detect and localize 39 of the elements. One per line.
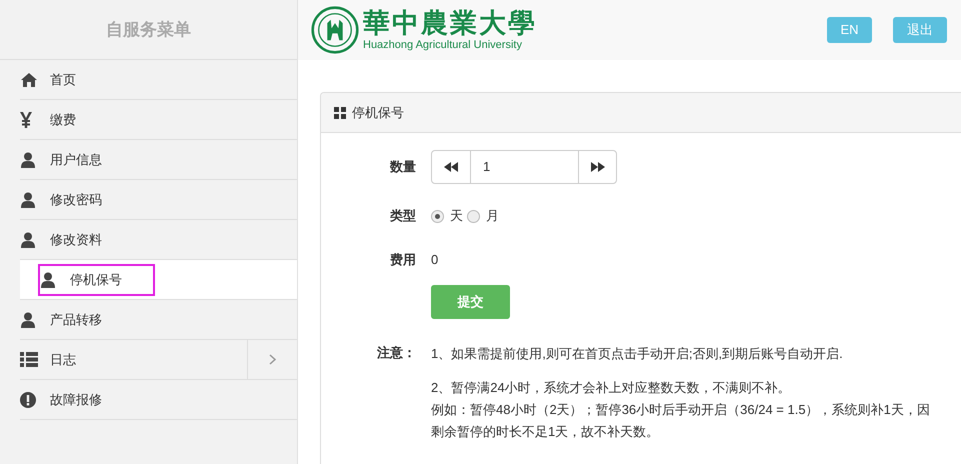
field-label: 类型 [390, 208, 416, 224]
note-text: 2、暂停满24小时，系统才会补上对应整数天数，不满则不补。 [431, 379, 792, 397]
menu-item[interactable]: 故障报修 [20, 384, 137, 416]
logo-subtitle: Huazhong Agricultural University [363, 40, 523, 50]
user-icon [40, 272, 56, 288]
menu-item[interactable]: 修改资料 [20, 224, 137, 256]
note-text: 1、如果需提前使用,则可在首页点击手动开启;否则,到期后账号自动开启. [431, 345, 844, 363]
user-icon [20, 192, 36, 208]
sidebar-title: 自服务菜单 [106, 18, 191, 41]
quantity-field[interactable]: 1 [471, 151, 578, 183]
menu-item[interactable]: 用户信息 [20, 144, 137, 176]
radio-option[interactable]: 天 [431, 206, 463, 226]
fee-value: 0 [431, 251, 438, 270]
number-stepper[interactable]: 1 [431, 150, 617, 184]
chevron-right-icon [269, 354, 276, 365]
home-icon [20, 72, 38, 88]
university-seal-icon [311, 6, 359, 54]
field-label: 数量 [390, 159, 416, 174]
list-icon [20, 352, 38, 367]
user-icon [20, 152, 36, 168]
menu-item[interactable]: 产品转移 [20, 304, 137, 336]
note-text: 例如：暂停48小时（2天）；暂停36小时后手动开启（36/24 = 1.5），系统则补1天，因剩余暂停的时长不足1天，故不补天数。 [431, 401, 931, 441]
menu-item[interactable]: 缴费 [20, 104, 137, 136]
menu-item[interactable]: 停机保号 [38, 264, 155, 296]
menu-item[interactable]: 日志 [20, 344, 137, 376]
logo-title: 華中農業大學 [363, 10, 537, 36]
yen-icon [20, 112, 32, 128]
menu-item[interactable]: 首页 [20, 64, 137, 96]
field-label: 费用 [390, 252, 416, 268]
radio-option[interactable]: 月 [467, 206, 499, 226]
menu-item[interactable]: 修改密码 [20, 184, 137, 216]
double-left-arrow-icon [444, 162, 458, 172]
grid-icon [334, 106, 346, 118]
user-icon [20, 232, 36, 248]
double-right-arrow-icon [590, 162, 604, 172]
alert-icon [20, 392, 36, 408]
note-label: 注意： [377, 345, 416, 360]
panel-title: 停机保号 [352, 104, 404, 122]
user-icon [20, 312, 36, 328]
